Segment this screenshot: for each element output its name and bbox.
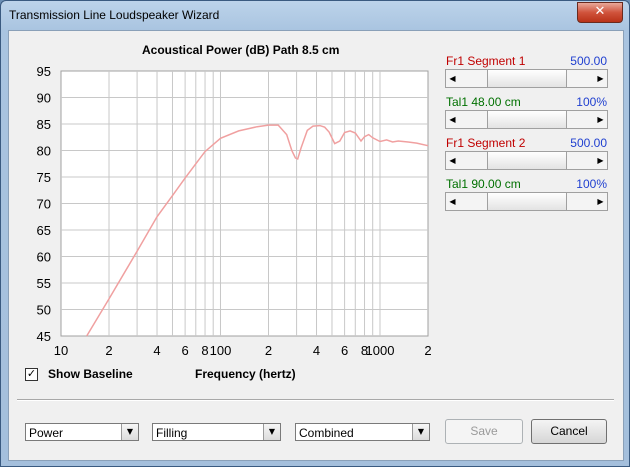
tal1-length-label: Tal1 48.00 cm [446, 95, 521, 109]
tal1-length-scrollbar[interactable]: ◀ ▶ [445, 110, 608, 129]
segment1-scrollbar[interactable]: ◀ ▶ [445, 69, 608, 88]
title-bar[interactable]: Transmission Line Loudspeaker Wizard ✕ [1, 1, 629, 29]
x-tick-label: 6 [341, 343, 348, 358]
y-tick-label: 60 [37, 250, 51, 265]
y-tick-label: 90 [37, 91, 51, 106]
x-tick-label: 100 [210, 343, 232, 358]
separator [17, 399, 614, 401]
x-axis-label: Frequency (hertz) [195, 367, 296, 381]
segment2-scrollbar[interactable]: ◀ ▶ [445, 151, 608, 170]
y-tick-label: 80 [37, 144, 51, 159]
scroll-right-icon[interactable]: ▶ [594, 193, 607, 210]
y-tick-label: 50 [37, 303, 51, 318]
chevron-down-icon[interactable]: ▼ [121, 424, 138, 440]
window-title: Transmission Line Loudspeaker Wizard [9, 8, 220, 22]
scroll-left-icon[interactable]: ◀ [446, 152, 459, 169]
show-baseline-checkbox[interactable]: ✓ [25, 367, 38, 381]
save-button[interactable]: Save [445, 419, 523, 444]
tal1-length2-label: Tal1 90.00 cm [446, 177, 521, 191]
display-type-select[interactable]: Power ▼ [25, 423, 139, 441]
client-area: Acoustical Power (dB) Path 8.5 cm 95 90 85… [8, 30, 624, 461]
scroll-right-icon[interactable]: ▶ [594, 111, 607, 128]
segment1-value: 500.00 [570, 54, 607, 68]
cancel-button[interactable]: Cancel [531, 419, 607, 444]
scroll-thumb[interactable] [486, 152, 567, 169]
x-tick-label: 1000 [366, 343, 395, 358]
mode-select[interactable]: Combined ▼ [295, 423, 430, 441]
y-tick-label: 95 [37, 64, 51, 79]
x-tick-label: 6 [181, 343, 188, 358]
segment1-label: Fr1 Segment 1 [446, 54, 526, 68]
y-tick-label: 85 [37, 117, 51, 132]
x-tick-label: 4 [153, 343, 160, 358]
mode-value: Combined [299, 426, 354, 440]
x-tick-label: 10 [54, 343, 68, 358]
scroll-right-icon[interactable]: ▶ [594, 152, 607, 169]
filling-select[interactable]: Filling ▼ [152, 423, 281, 441]
scroll-thumb[interactable] [486, 111, 567, 128]
x-tick-label: 4 [313, 343, 320, 358]
segment2-value: 500.00 [570, 136, 607, 150]
scroll-left-icon[interactable]: ◀ [446, 70, 459, 87]
y-tick-label: 70 [37, 197, 51, 212]
segment1-row: Fr1 Segment 1 500.00 [445, 53, 607, 69]
close-button[interactable]: ✕ [577, 2, 623, 23]
display-type-value: Power [29, 426, 64, 440]
chevron-down-icon[interactable]: ▼ [263, 424, 280, 440]
x-tick-label: 2 [424, 343, 431, 358]
segment-panel: Fr1 Segment 1 500.00 ◀ ▶ Tal1 48.00 cm 1… [445, 53, 608, 217]
chevron-down-icon[interactable]: ▼ [412, 424, 429, 440]
filling-value: Filling [156, 426, 188, 440]
x-tick-label: 2 [105, 343, 112, 358]
segment2-row: Fr1 Segment 2 500.00 [445, 135, 607, 151]
scroll-thumb[interactable] [486, 193, 567, 210]
tal1-length2-scrollbar[interactable]: ◀ ▶ [445, 192, 608, 211]
y-tick-label: 45 [37, 329, 51, 344]
tal1-length2-value: 100% [576, 177, 607, 191]
show-baseline-label[interactable]: Show Baseline [48, 367, 133, 381]
y-tick-labels: 95 90 85 80 75 70 65 60 55 50 45 [37, 64, 51, 344]
y-tick-label: 65 [37, 223, 51, 238]
close-icon: ✕ [594, 4, 606, 19]
power-chart: 9590858075706560555045 10 2 4 6 8 100 2 4 6 81000… [37, 64, 432, 358]
show-baseline[interactable]: ✓ Show Baseline [25, 367, 133, 381]
scroll-right-icon[interactable]: ▶ [594, 70, 607, 87]
y-tick-label: 55 [37, 276, 51, 291]
x-tick-label: 8 [201, 343, 208, 358]
segment2-label: Fr1 Segment 2 [446, 136, 526, 150]
scroll-thumb[interactable] [486, 70, 567, 87]
tal1-length2-row: Tal1 90.00 cm 100% [445, 176, 607, 192]
wizard-window: Transmission Line Loudspeaker Wizard ✕ A… [0, 0, 630, 467]
x-tick-label: 2 [265, 343, 272, 358]
scroll-left-icon[interactable]: ◀ [446, 111, 459, 128]
x-tick-labels: 10 2 4 6 8 100 2 4 6 81000 2 [54, 343, 432, 358]
scroll-left-icon[interactable]: ◀ [446, 193, 459, 210]
y-tick-label: 75 [37, 170, 51, 185]
tal1-length-row: Tal1 48.00 cm 100% [445, 94, 607, 110]
tal1-length-value: 100% [576, 95, 607, 109]
